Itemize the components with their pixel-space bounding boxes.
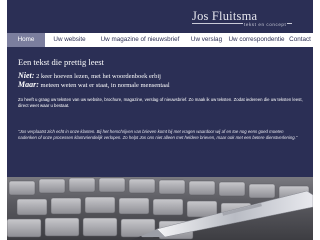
intro-paragraph: Zo heeft u graag uw teksten van uw websi… <box>18 97 303 108</box>
page: Jos Fluitsma tekst en concept Home Uw we… <box>7 0 313 240</box>
testimonial-quote: "Jos verplaatst zich echt in onze klante… <box>18 129 298 140</box>
keyboard-pen-photo <box>7 177 313 240</box>
nav-home[interactable]: Home <box>7 33 46 47</box>
logo-tagline: tekst en concept <box>243 22 288 27</box>
nav-contact[interactable]: Contact <box>287 33 313 47</box>
page-title: Een tekst die prettig leest <box>18 57 104 67</box>
keyboard-pen-image <box>7 177 313 240</box>
main-content: Een tekst die prettig leest Niet: 2 keer… <box>7 47 313 177</box>
maar-text: meteen weten wat er staat, in normale me… <box>38 82 170 89</box>
niet-keyword: Niet: <box>18 71 35 80</box>
nav-magazine-nieuwsbrief[interactable]: Uw magazine of nieuwsbrief <box>94 33 187 47</box>
niet-text: 2 keer hoeven lezen, met het woordenboek… <box>34 73 161 80</box>
niet-line: Niet: 2 keer hoeven lezen, met het woord… <box>18 71 161 80</box>
nav-uw-correspondentie[interactable]: Uw correspondentie <box>227 33 287 47</box>
maar-keyword: Maar: <box>18 80 39 89</box>
nav-uw-verslag[interactable]: Uw verslag <box>187 33 227 47</box>
maar-line: Maar: meteen weten wat er staat, in norm… <box>18 80 170 89</box>
nav-uw-website[interactable]: Uw website <box>46 33 94 47</box>
header: Jos Fluitsma tekst en concept <box>7 0 313 33</box>
main-nav: Home Uw website Uw magazine of nieuwsbri… <box>7 33 313 47</box>
